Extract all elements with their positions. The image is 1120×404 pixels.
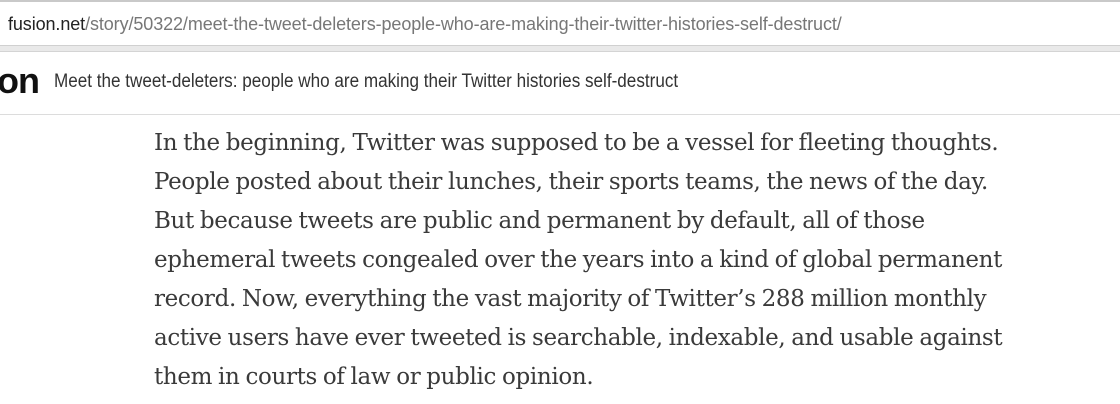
paragraph-line: ephemeral tweets congealed over the year… <box>154 247 1003 273</box>
paragraph-line: them in courts of law or public opinion. <box>154 364 594 390</box>
header-article-title: Meet the tweet-deleters: people who are … <box>54 71 679 92</box>
site-header: on Meet the tweet-deleters: people who a… <box>0 53 1120 115</box>
article-paragraph: In the beginning, Twitter was supposed t… <box>154 124 1094 397</box>
paragraph-line: People posted about their lunches, their… <box>154 169 988 195</box>
paragraph-line: But because tweets are public and perman… <box>154 208 925 234</box>
site-logo[interactable]: on <box>0 63 40 99</box>
url-path: /story/50322/meet-the-tweet-deleters-peo… <box>85 14 842 34</box>
url-host: fusion.net <box>8 14 86 34</box>
address-bar[interactable]: fusion.net/story/50322/meet-the-tweet-de… <box>0 0 1120 46</box>
article-body: In the beginning, Twitter was supposed t… <box>154 124 1094 397</box>
url-text[interactable]: fusion.net/story/50322/meet-the-tweet-de… <box>8 14 842 34</box>
browser-chrome-divider <box>0 46 1120 52</box>
paragraph-line: record. Now, everything the vast majorit… <box>154 286 987 312</box>
paragraph-line: active users have ever tweeted is search… <box>154 325 1003 351</box>
paragraph-line: In the beginning, Twitter was supposed t… <box>154 130 999 156</box>
